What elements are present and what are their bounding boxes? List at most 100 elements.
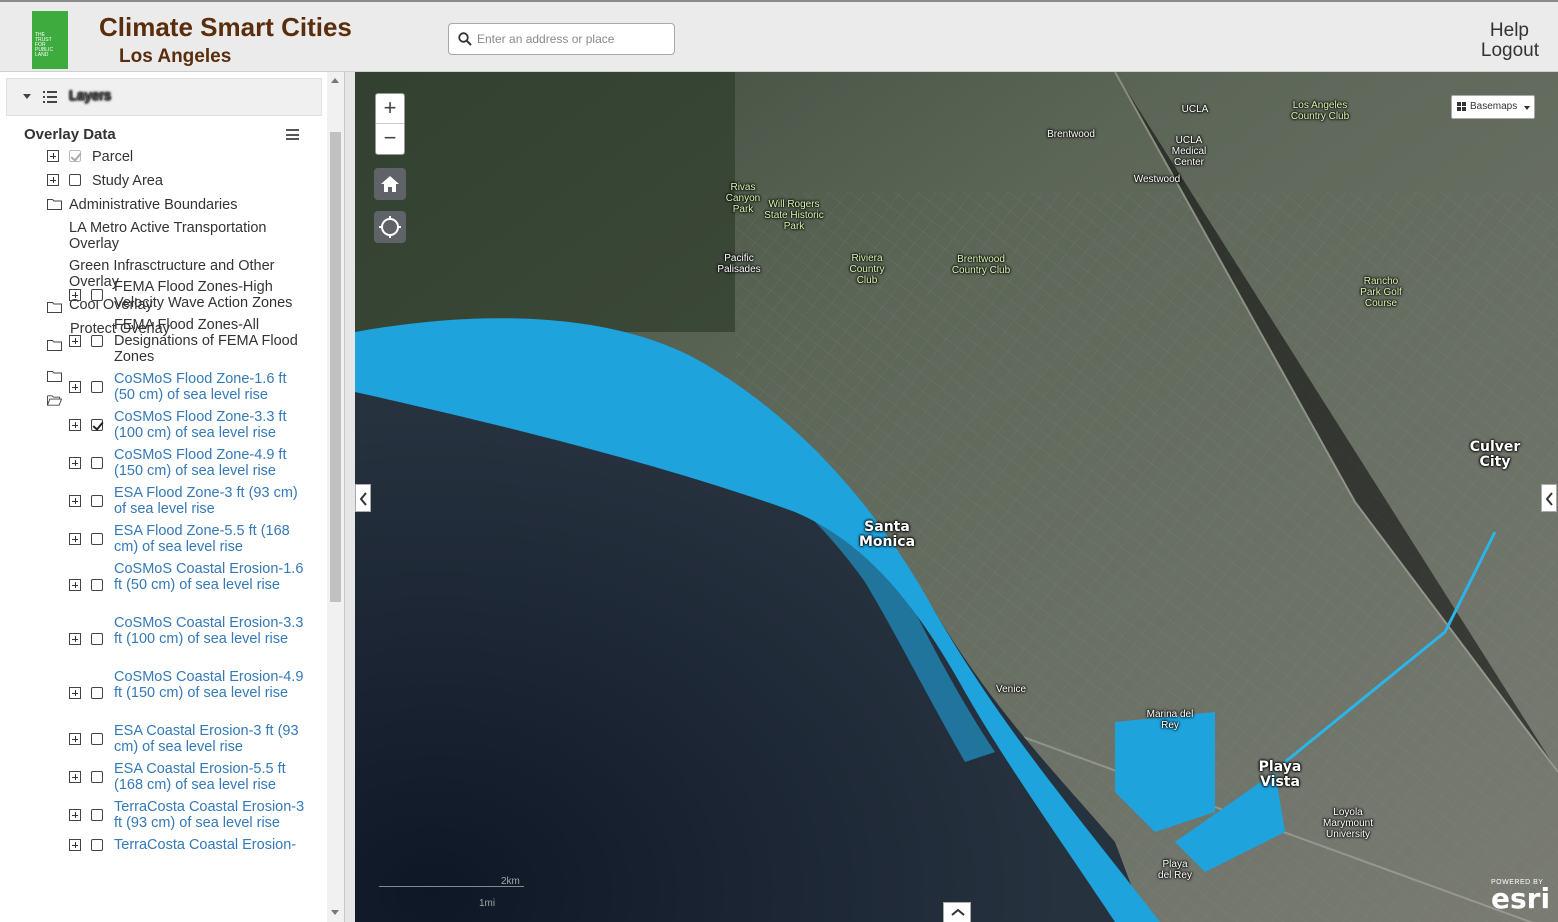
- basemaps-dropdown[interactable]: Basemaps: [1451, 95, 1535, 119]
- help-link[interactable]: Help: [1490, 20, 1529, 42]
- layer-label[interactable]: ESA Flood Zone-3 ft (93 cm) of sea level…: [114, 485, 306, 517]
- layer-checkbox[interactable]: [91, 533, 103, 545]
- layer-label[interactable]: ESA Coastal Erosion-5.5 ft (168 cm) of s…: [114, 761, 306, 793]
- layer-checkbox[interactable]: [91, 457, 103, 469]
- map-place-label: Will Rogers State Historic Park: [764, 199, 824, 232]
- folder-la-metro-overlay[interactable]: LA Metro Active Transportation Overlay: [69, 220, 309, 252]
- layer-checkbox[interactable]: [91, 771, 103, 783]
- folder-open-icon[interactable]: [47, 394, 62, 406]
- layer-checkbox[interactable]: [91, 633, 103, 645]
- expand-layer-icon[interactable]: [69, 533, 81, 545]
- folder-icon[interactable]: [47, 339, 62, 351]
- zoom-control: + −: [375, 93, 405, 155]
- expand-layer-icon[interactable]: [69, 495, 81, 507]
- layer-label[interactable]: ESA Coastal Erosion-3 ft (93 cm) of sea …: [114, 723, 306, 755]
- map-place-label: Loyola Marymount University: [1322, 807, 1373, 840]
- map-place-label: Brentwood Country Club: [951, 254, 1011, 276]
- parcel-checkbox[interactable]: [69, 150, 81, 162]
- layer-label[interactable]: ESA Flood Zone-5.5 ft (168 cm) of sea le…: [114, 523, 306, 555]
- list-icon: [43, 91, 57, 103]
- expand-layer-icon[interactable]: [69, 809, 81, 821]
- logout-link[interactable]: Logout: [1481, 40, 1539, 62]
- layer-checkbox[interactable]: [91, 733, 103, 745]
- locate-icon: [379, 216, 401, 238]
- home-icon: [381, 176, 399, 192]
- chevron-left-icon: [1545, 492, 1553, 506]
- layer-label[interactable]: CoSMoS Coastal Erosion-1.6 ft (50 cm) of…: [114, 561, 306, 593]
- layer-checkbox[interactable]: [91, 579, 103, 591]
- layer-label[interactable]: CoSMoS Coastal Erosion-3.3 ft (100 cm) o…: [114, 615, 306, 647]
- layer-label[interactable]: TerraCosta Coastal Erosion-: [114, 837, 306, 853]
- search-input[interactable]: [477, 29, 667, 49]
- expand-layer-icon[interactable]: [69, 687, 81, 699]
- map-place-label: Culver City: [1469, 439, 1521, 470]
- layer-label[interactable]: CoSMoS Flood Zone-4.9 ft (150 cm) of sea…: [114, 447, 306, 479]
- expand-layer-icon[interactable]: [69, 457, 81, 469]
- layer-study-area-label[interactable]: Study Area: [92, 173, 163, 189]
- logo-text: LAND: [35, 52, 49, 58]
- scrollbar-thumb[interactable]: [330, 132, 341, 602]
- expand-layer-icon[interactable]: [69, 579, 81, 591]
- layers-panel-header[interactable]: Layers: [6, 78, 322, 116]
- expand-layer-icon[interactable]: [69, 733, 81, 745]
- layer-label[interactable]: FEMA Flood Zones-High Velocity Wave Acti…: [114, 279, 306, 311]
- app-title: Climate Smart Cities: [99, 12, 352, 42]
- map-view[interactable]: + − Basemaps 2km 1mi POWERED BY esri UCL…: [355, 72, 1558, 922]
- layer-label[interactable]: CoSMoS Flood Zone-3.3 ft (100 cm) of sea…: [114, 409, 306, 441]
- expand-layer-icon[interactable]: [69, 289, 81, 301]
- map-place-label: Riviera Country Club: [849, 253, 885, 286]
- layer-checkbox[interactable]: [91, 381, 103, 393]
- expand-study-area-icon[interactable]: [47, 174, 59, 186]
- layer-checkbox[interactable]: [91, 809, 103, 821]
- expand-parcel-icon[interactable]: [47, 150, 59, 162]
- layer-checkbox[interactable]: [91, 839, 103, 851]
- folder-icon[interactable]: [47, 301, 62, 313]
- menu-icon[interactable]: [286, 129, 299, 140]
- caret-down-icon[interactable]: [23, 94, 31, 99]
- study-area-checkbox[interactable]: [69, 174, 81, 186]
- chevron-up-icon: [951, 908, 965, 916]
- satellite-basemap[interactable]: [355, 72, 1558, 922]
- open-bottom-panel-tab[interactable]: [943, 902, 971, 922]
- search-box[interactable]: [448, 23, 675, 55]
- sidebar-scrollbar[interactable]: [327, 72, 344, 922]
- map-place-label: Playa del Rey: [1158, 859, 1192, 881]
- layer-parcel-label[interactable]: Parcel: [92, 149, 133, 165]
- layer-label[interactable]: TerraCosta Coastal Erosion-3 ft (93 cm) …: [114, 799, 306, 831]
- map-place-label: Brentwood: [1047, 129, 1095, 140]
- folder-icon[interactable]: [47, 370, 62, 382]
- expand-layer-icon[interactable]: [69, 771, 81, 783]
- map-place-label: Playa Vista: [1258, 759, 1302, 790]
- grid-icon: [1457, 102, 1467, 112]
- zoom-out-button[interactable]: −: [376, 124, 404, 154]
- folder-icon[interactable]: [47, 198, 62, 210]
- map-place-label: Marina del Rey: [1146, 709, 1194, 731]
- trust-for-public-land-logo[interactable]: THE TRUST FOR PUBLIC LAND: [32, 11, 68, 69]
- map-place-label: Pacific Palisades: [717, 253, 761, 275]
- layer-checkbox[interactable]: [91, 495, 103, 507]
- expand-layer-icon[interactable]: [69, 335, 81, 347]
- scroll-down-icon[interactable]: [331, 910, 339, 915]
- layer-label[interactable]: CoSMoS Flood Zone-1.6 ft (50 cm) of sea …: [114, 371, 306, 403]
- map-place-label: UCLA Medical Center: [1171, 135, 1207, 168]
- locate-button[interactable]: [374, 211, 406, 243]
- expand-layer-icon[interactable]: [69, 419, 81, 431]
- map-place-label: Rancho Park Golf Course: [1360, 276, 1402, 309]
- layer-label[interactable]: CoSMoS Coastal Erosion-4.9 ft (150 cm) o…: [114, 669, 306, 701]
- collapse-left-panel-tab[interactable]: [355, 484, 371, 512]
- layer-checkbox[interactable]: [91, 687, 103, 699]
- layer-label[interactable]: FEMA Flood Zones-All Designations of FEM…: [114, 317, 306, 365]
- expand-layer-icon[interactable]: [69, 633, 81, 645]
- open-right-panel-tab[interactable]: [1541, 484, 1557, 512]
- esri-attribution[interactable]: POWERED BY esri: [1491, 879, 1550, 913]
- layer-checkbox[interactable]: [91, 419, 103, 431]
- zoom-in-button[interactable]: +: [376, 94, 404, 124]
- home-button[interactable]: [374, 168, 406, 200]
- scroll-up-icon[interactable]: [331, 78, 339, 83]
- layer-checkbox[interactable]: [91, 289, 103, 301]
- expand-layer-icon[interactable]: [69, 839, 81, 851]
- expand-layer-icon[interactable]: [69, 381, 81, 393]
- layer-checkbox[interactable]: [91, 335, 103, 347]
- map-place-label: UCLA: [1181, 104, 1209, 115]
- folder-administrative-boundaries[interactable]: Administrative Boundaries: [69, 197, 237, 213]
